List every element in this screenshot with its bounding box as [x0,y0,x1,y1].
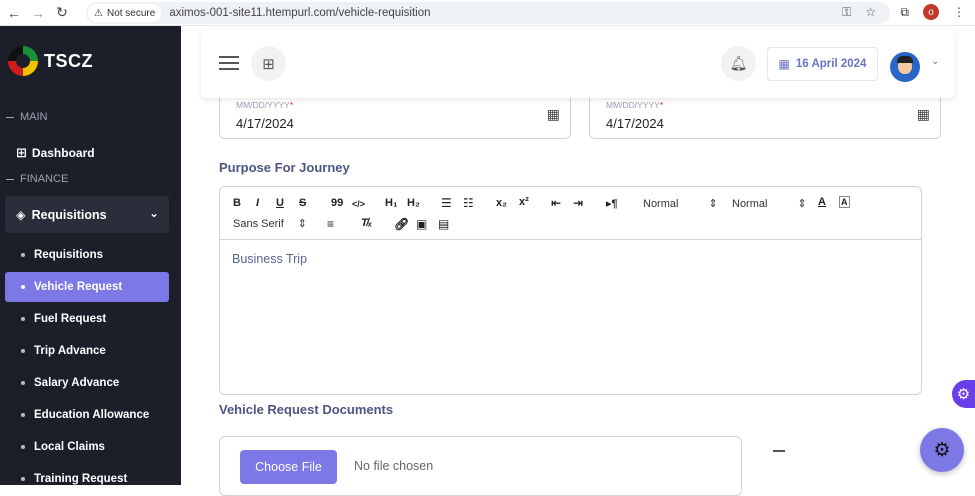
warning-icon: ⚠ [94,7,103,19]
video-icon[interactable]: ▤ [438,217,449,231]
layers-icon: ◈ [16,208,26,222]
calendar-icon[interactable]: ▦ [917,106,930,123]
start-date-value: 4/17/2024 [236,116,294,131]
settings-gear-icon[interactable]: ⚙ [920,428,964,472]
start-date-field[interactable]: MM/DD/YYYY* 4/17/2024 ▦ [219,96,571,139]
superscript-button[interactable]: x² [519,196,529,208]
italic-button[interactable]: I [256,197,259,209]
sidebar-item-salary-advance[interactable]: Salary Advance [5,368,169,398]
code-button[interactable]: </> [352,199,365,209]
apps-grid-icon[interactable]: ⊞ [251,46,286,81]
key-icon[interactable]: ⚿ [842,5,851,20]
choose-file-button[interactable]: Choose File [240,450,337,484]
calendar-icon: ▦ [778,57,790,71]
section-label-main: MAIN [6,111,48,123]
security-label: Not secure [106,7,156,19]
link-icon[interactable]: 🔗︎ [394,217,409,231]
forward-icon[interactable]: → [28,3,48,23]
sidebar-item-education-allowance[interactable]: Education Allowance [5,400,169,430]
section-label-finance: FINANCE [6,173,68,185]
address-bar[interactable]: ⚠ Not secure aximos-001-site11.htempurl.… [86,2,890,24]
sidebar-item-fuel-request[interactable]: Fuel Request [5,304,169,334]
calendar-icon[interactable]: ▦ [547,106,560,123]
hamburger-menu-icon[interactable] [219,56,239,70]
security-chip[interactable]: ⚠ Not secure [88,4,162,22]
sidebar: TSCZ MAIN ⊞ Dashboard FINANCE ◈ Requisit… [0,26,181,485]
main-content: MM/DD/YYYY* 4/17/2024 ▦ MM/DD/YYYY* 4/17… [181,26,975,496]
current-date: 16 April 2024 [795,58,867,70]
indent-icon[interactable]: ⇥ [573,196,583,210]
underline-button[interactable]: U [276,197,284,209]
h2-button[interactable]: H₂ [407,197,420,209]
grid-icon: ⊞ [16,145,27,160]
customizer-gear-icon[interactable]: ⚙ [952,380,975,408]
sidebar-group-requisitions[interactable]: ◈ Requisitions ⌄ [5,196,169,233]
brand-logo [8,46,38,76]
editor-toolbar: B I U S 99 </> H₁ H₂ ☰ ☷ x₂ x² ⇤ ⇥ ▸¶ No… [220,187,921,240]
browser-toolbar: ← → ↻ ⚠ Not secure aximos-001-site11.hte… [0,0,975,26]
clear-format-icon[interactable]: T̸ₓ [361,217,372,229]
blockquote-button[interactable]: 99 [331,197,343,209]
notification-bell-icon[interactable]: 🔔︎ [721,46,756,81]
align-icon[interactable]: ≡ [327,217,334,231]
outdent-icon[interactable]: ⇤ [551,196,561,210]
documents-label: Vehicle Request Documents [219,402,394,417]
back-icon[interactable]: ← [4,3,24,23]
sidebar-item-vehicle-request[interactable]: Vehicle Request [5,272,169,302]
extensions-icon[interactable]: ⧉ [900,5,909,20]
file-status-text: No file chosen [354,459,434,473]
bold-button[interactable]: B [233,197,241,209]
purpose-label: Purpose For Journey [219,160,350,175]
text-direction-button[interactable]: ▸¶ [606,197,618,210]
end-date-value: 4/17/2024 [606,116,664,131]
sidebar-item-training-request[interactable]: Training Request [5,464,169,494]
sidebar-item-trip-advance[interactable]: Trip Advance [5,336,169,366]
url-text: aximos-001-site11.htempurl.com/vehicle-r… [169,7,431,19]
sidebar-item-label: Dashboard [31,146,95,160]
sidebar-item-local-claims[interactable]: Local Claims [5,432,169,462]
star-icon[interactable]: ☆ [865,5,876,20]
header-select[interactable]: Normal ⇕ [643,197,718,210]
sidebar-item-requisitions[interactable]: Requisitions [5,240,169,270]
sidebar-item-dashboard[interactable]: ⊞ Dashboard [16,145,95,161]
brand-name: TSCZ [44,50,93,71]
ordered-list-icon[interactable]: ☰ [441,196,452,210]
text-color-icon[interactable]: A [818,196,826,208]
top-header: ⊞ 🔔︎ ▦ 16 April 2024 ⌄ [201,30,955,98]
file-upload-field: Choose File No file chosen [219,436,742,496]
size-select[interactable]: Normal ⇕ [732,197,807,210]
h1-button[interactable]: H₁ [385,197,398,209]
background-color-icon[interactable]: A [839,196,850,208]
user-avatar[interactable] [890,52,920,82]
current-date-box: ▦ 16 April 2024 [767,47,878,81]
font-select[interactable]: Sans Serif ⇕ [233,217,307,230]
editor-content[interactable]: Business Trip [232,252,307,266]
reload-icon[interactable]: ↻ [52,3,72,23]
remove-document-icon[interactable] [773,450,785,452]
chevron-down-icon[interactable]: ⌄ [931,56,939,67]
image-icon[interactable]: ▣ [416,217,427,231]
sidebar-group-label: Requisitions [31,207,107,222]
bullet-list-icon[interactable]: ☷ [463,196,474,210]
brand[interactable]: TSCZ [8,46,93,76]
end-date-field[interactable]: MM/DD/YYYY* 4/17/2024 ▦ [589,96,941,139]
strike-button[interactable]: S [299,197,306,209]
subscript-button[interactable]: x₂ [496,197,507,209]
chevron-down-icon: ⌄ [148,206,159,220]
profile-avatar[interactable]: o [923,4,939,20]
menu-icon[interactable]: ⋮ [953,5,965,19]
rich-text-editor[interactable]: B I U S 99 </> H₁ H₂ ☰ ☷ x₂ x² ⇤ ⇥ ▸¶ No… [219,186,922,395]
